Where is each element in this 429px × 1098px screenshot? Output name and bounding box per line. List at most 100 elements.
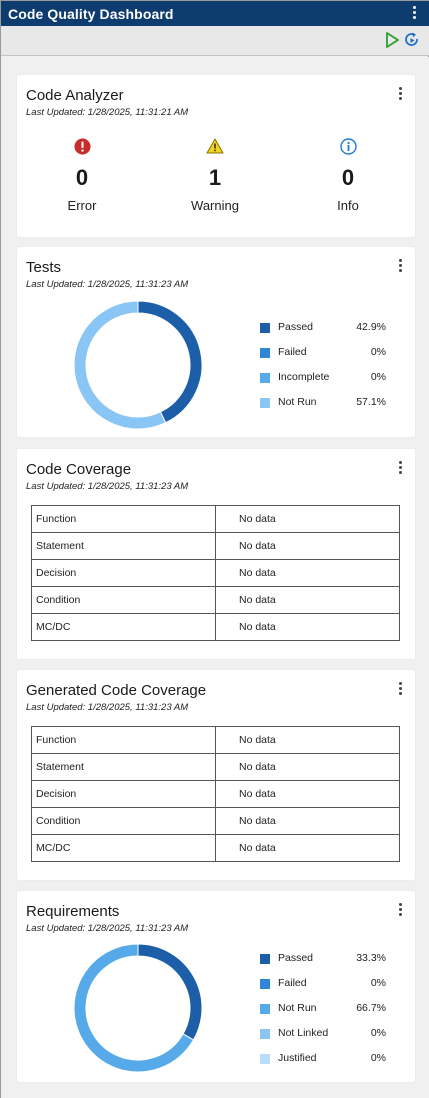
legend-swatch <box>260 1029 270 1039</box>
last-updated: Last Updated: 1/28/2025, 11:31:21 AM <box>26 107 189 118</box>
legend-item[interactable]: Passed 33.3% <box>260 951 400 976</box>
metric-value: No data <box>215 559 400 587</box>
refresh-icon[interactable] <box>403 31 421 49</box>
legend-label: Not Run <box>278 396 317 408</box>
legend-swatch <box>260 1004 270 1014</box>
legend-value: 0% <box>370 346 386 358</box>
legend-swatch <box>260 348 270 358</box>
legend-item[interactable]: Incomplete 0% <box>260 370 400 395</box>
metric-name: Decision <box>31 780 216 808</box>
last-updated: Last Updated: 1/28/2025, 11:31:23 AM <box>26 923 189 934</box>
card-title: Tests <box>26 259 62 276</box>
legend-swatch <box>260 323 270 333</box>
tests-card: Tests Last Updated: 1/28/2025, 11:31:23 … <box>17 247 415 437</box>
donut-slice-not-run[interactable] <box>73 300 167 430</box>
card-menu-icon[interactable] <box>397 903 403 917</box>
play-icon[interactable] <box>383 31 401 49</box>
generated-code-coverage-table: Function No data Statement No data Decision N… <box>31 726 400 862</box>
warning-icon <box>155 137 275 155</box>
legend-item[interactable]: Justified 0% <box>260 1051 400 1076</box>
legend-value: 42.9% <box>356 321 386 333</box>
card-menu-icon[interactable] <box>397 87 403 101</box>
metric-name: Condition <box>31 586 216 614</box>
warning-summary[interactable]: 1 Warning <box>155 137 275 213</box>
metric-name: Function <box>31 726 216 754</box>
metric-name: Function <box>31 505 216 533</box>
card-menu-icon[interactable] <box>397 461 403 475</box>
error-summary[interactable]: 0 Error <box>22 137 142 213</box>
table-row: MC/DC No data <box>31 613 400 641</box>
table-row: Statement No data <box>31 532 400 560</box>
legend-label: Not Linked <box>278 1027 329 1039</box>
warning-count: 1 <box>208 165 222 190</box>
legend-item[interactable]: Not Run 57.1% <box>260 395 400 420</box>
legend-swatch <box>260 398 270 408</box>
metric-name: Condition <box>31 807 216 835</box>
legend-label: Incomplete <box>278 371 330 383</box>
legend-value: 33.3% <box>356 952 386 964</box>
legend-value: 57.1% <box>356 396 386 408</box>
last-updated: Last Updated: 1/28/2025, 11:31:23 AM <box>26 702 189 713</box>
info-label: Info <box>337 198 359 213</box>
info-summary[interactable]: 0 Info <box>288 137 408 213</box>
dashboard-window: Code Quality Dashboard Code Analyzer Las… <box>0 0 429 1098</box>
metric-name: Decision <box>31 559 216 587</box>
error-count: 0 <box>75 165 89 190</box>
requirements-card: Requirements Last Updated: 1/28/2025, 11… <box>17 891 415 1082</box>
table-row: MC/DC No data <box>31 834 400 862</box>
card-menu-icon[interactable] <box>397 259 403 273</box>
card-menu-icon[interactable] <box>397 682 403 696</box>
legend-label: Not Run <box>278 1002 317 1014</box>
legend-swatch <box>260 979 270 989</box>
warning-label: Warning <box>191 198 239 213</box>
legend-item[interactable]: Failed 0% <box>260 976 400 1001</box>
generated-code-coverage-card: Generated Code Coverage Last Updated: 1/… <box>17 670 415 880</box>
info-count: 0 <box>341 165 355 190</box>
legend-value: 0% <box>370 977 386 989</box>
legend-swatch <box>260 954 270 964</box>
table-row: Function No data <box>31 505 400 533</box>
metric-value: No data <box>215 807 400 835</box>
donut-slice-passed[interactable] <box>137 943 203 1041</box>
app-title: Code Quality Dashboard <box>8 6 174 22</box>
legend-value: 0% <box>370 1027 386 1039</box>
info-icon <box>288 137 408 155</box>
code-coverage-table: Function No data Statement No data Decision N… <box>31 505 400 641</box>
metric-name: MC/DC <box>31 613 216 641</box>
legend-item[interactable]: Passed 42.9% <box>260 320 400 345</box>
legend-label: Passed <box>278 321 314 333</box>
legend-label: Failed <box>278 346 307 358</box>
tests-donut-chart[interactable] <box>72 299 204 431</box>
metric-name: MC/DC <box>31 834 216 862</box>
toolbar <box>1 26 429 56</box>
legend-value: 66.7% <box>356 1002 386 1014</box>
metric-value: No data <box>215 834 400 862</box>
table-row: Function No data <box>31 726 400 754</box>
metric-value: No data <box>215 753 400 781</box>
dashboard-content: Code Analyzer Last Updated: 1/28/2025, 1… <box>1 57 429 1098</box>
title-bar: Code Quality Dashboard <box>1 1 429 26</box>
code-coverage-card: Code Coverage Last Updated: 1/28/2025, 1… <box>17 449 415 659</box>
metric-value: No data <box>215 780 400 808</box>
metric-value: No data <box>215 726 400 754</box>
metric-value: No data <box>215 505 400 533</box>
error-icon <box>22 137 142 155</box>
requirements-legend: Passed 33.3% Failed 0% Not Run 66.7% Not Linke… <box>260 951 400 1076</box>
legend-swatch <box>260 373 270 383</box>
code-analyzer-card: Code Analyzer Last Updated: 1/28/2025, 1… <box>17 75 415 237</box>
card-title: Generated Code Coverage <box>26 682 207 699</box>
legend-item[interactable]: Not Linked 0% <box>260 1026 400 1051</box>
legend-label: Passed <box>278 952 314 964</box>
metric-value: No data <box>215 613 400 641</box>
requirements-donut-chart[interactable] <box>72 942 204 1074</box>
window-menu-icon[interactable] <box>412 6 416 20</box>
legend-item[interactable]: Not Run 66.7% <box>260 1001 400 1026</box>
donut-slice-passed[interactable] <box>137 300 203 424</box>
last-updated: Last Updated: 1/28/2025, 11:31:23 AM <box>26 279 189 290</box>
tests-legend: Passed 42.9% Failed 0% Incomplete 0% Not Run 57… <box>260 320 400 420</box>
metric-value: No data <box>215 532 400 560</box>
legend-swatch <box>260 1054 270 1064</box>
card-title: Code Coverage <box>26 461 132 478</box>
legend-item[interactable]: Failed 0% <box>260 345 400 370</box>
table-row: Condition No data <box>31 807 400 835</box>
